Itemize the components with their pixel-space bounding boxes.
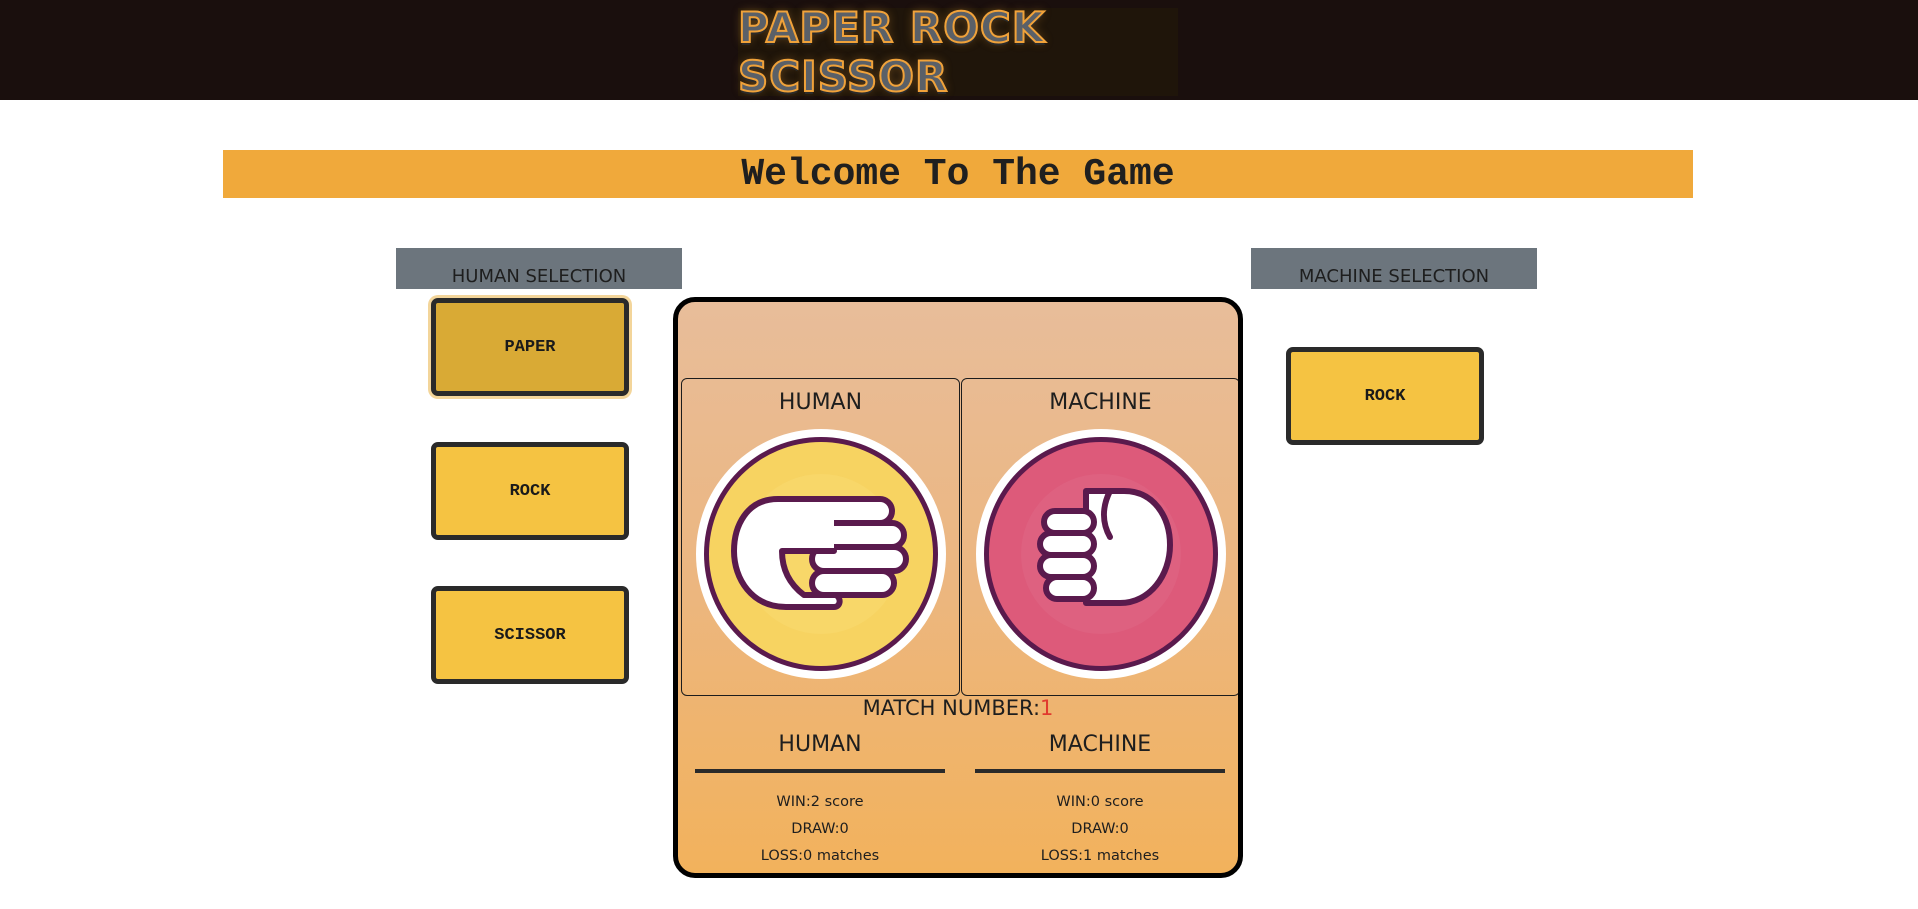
machine-loss: LOSS:1 matches xyxy=(1040,848,1160,864)
game-logo: PAPER ROCK SCISSOR xyxy=(737,2,1178,102)
human-score: HUMAN WIN:2 score DRAW:0 LOSS:0 matches xyxy=(695,732,945,870)
top-bar: PAPER ROCK SCISSOR xyxy=(0,0,1918,102)
rock-hand-icon xyxy=(976,429,1226,679)
human-win: WIN:2 score xyxy=(776,794,864,810)
human-loss: LOSS:0 matches xyxy=(760,848,880,864)
machine-selection-title: MACHINE SELECTION xyxy=(1298,266,1490,287)
machine-choice-label: ROCK xyxy=(1364,386,1406,406)
match-number-value: 1 xyxy=(1040,696,1054,720)
rock-button[interactable]: ROCK xyxy=(431,442,629,540)
welcome-banner: Welcome To The Game xyxy=(223,150,1693,198)
game-board: HUMAN MACHINE MATCH NUMBER:1 HUMAN WIN:2… xyxy=(673,297,1243,878)
scissor-button-label: SCISSOR xyxy=(494,625,566,645)
human-score-title: HUMAN xyxy=(778,732,862,757)
machine-choice-button: ROCK xyxy=(1286,347,1484,445)
human-score-divider xyxy=(695,769,945,773)
human-draw: DRAW:0 xyxy=(791,821,849,837)
machine-score-divider xyxy=(975,769,1225,773)
scissor-button[interactable]: SCISSOR xyxy=(431,586,629,684)
match-number-label: MATCH NUMBER: xyxy=(862,696,1041,720)
machine-score-title: MACHINE xyxy=(1048,732,1152,757)
paper-button-label: PAPER xyxy=(504,337,556,357)
human-panel-title: HUMAN xyxy=(778,390,863,415)
human-selection-header: HUMAN SELECTION xyxy=(396,248,682,289)
human-selection-title: HUMAN SELECTION xyxy=(451,266,627,287)
machine-panel: MACHINE xyxy=(961,378,1238,696)
human-panel: HUMAN xyxy=(681,378,960,696)
paper-hand-icon xyxy=(696,429,946,679)
match-number: MATCH NUMBER:1 xyxy=(678,696,1238,720)
machine-panel-title: MACHINE xyxy=(1049,390,1152,415)
machine-score: MACHINE WIN:0 score DRAW:0 LOSS:1 matche… xyxy=(975,732,1225,870)
logo-text: PAPER ROCK SCISSOR xyxy=(737,2,1046,102)
paper-button[interactable]: PAPER xyxy=(431,298,629,396)
machine-selection-header: MACHINE SELECTION xyxy=(1251,248,1537,289)
machine-draw: DRAW:0 xyxy=(1071,821,1129,837)
rock-button-label: ROCK xyxy=(509,481,551,501)
welcome-text: Welcome To The Game xyxy=(741,152,1175,196)
machine-win: WIN:0 score xyxy=(1056,794,1144,810)
